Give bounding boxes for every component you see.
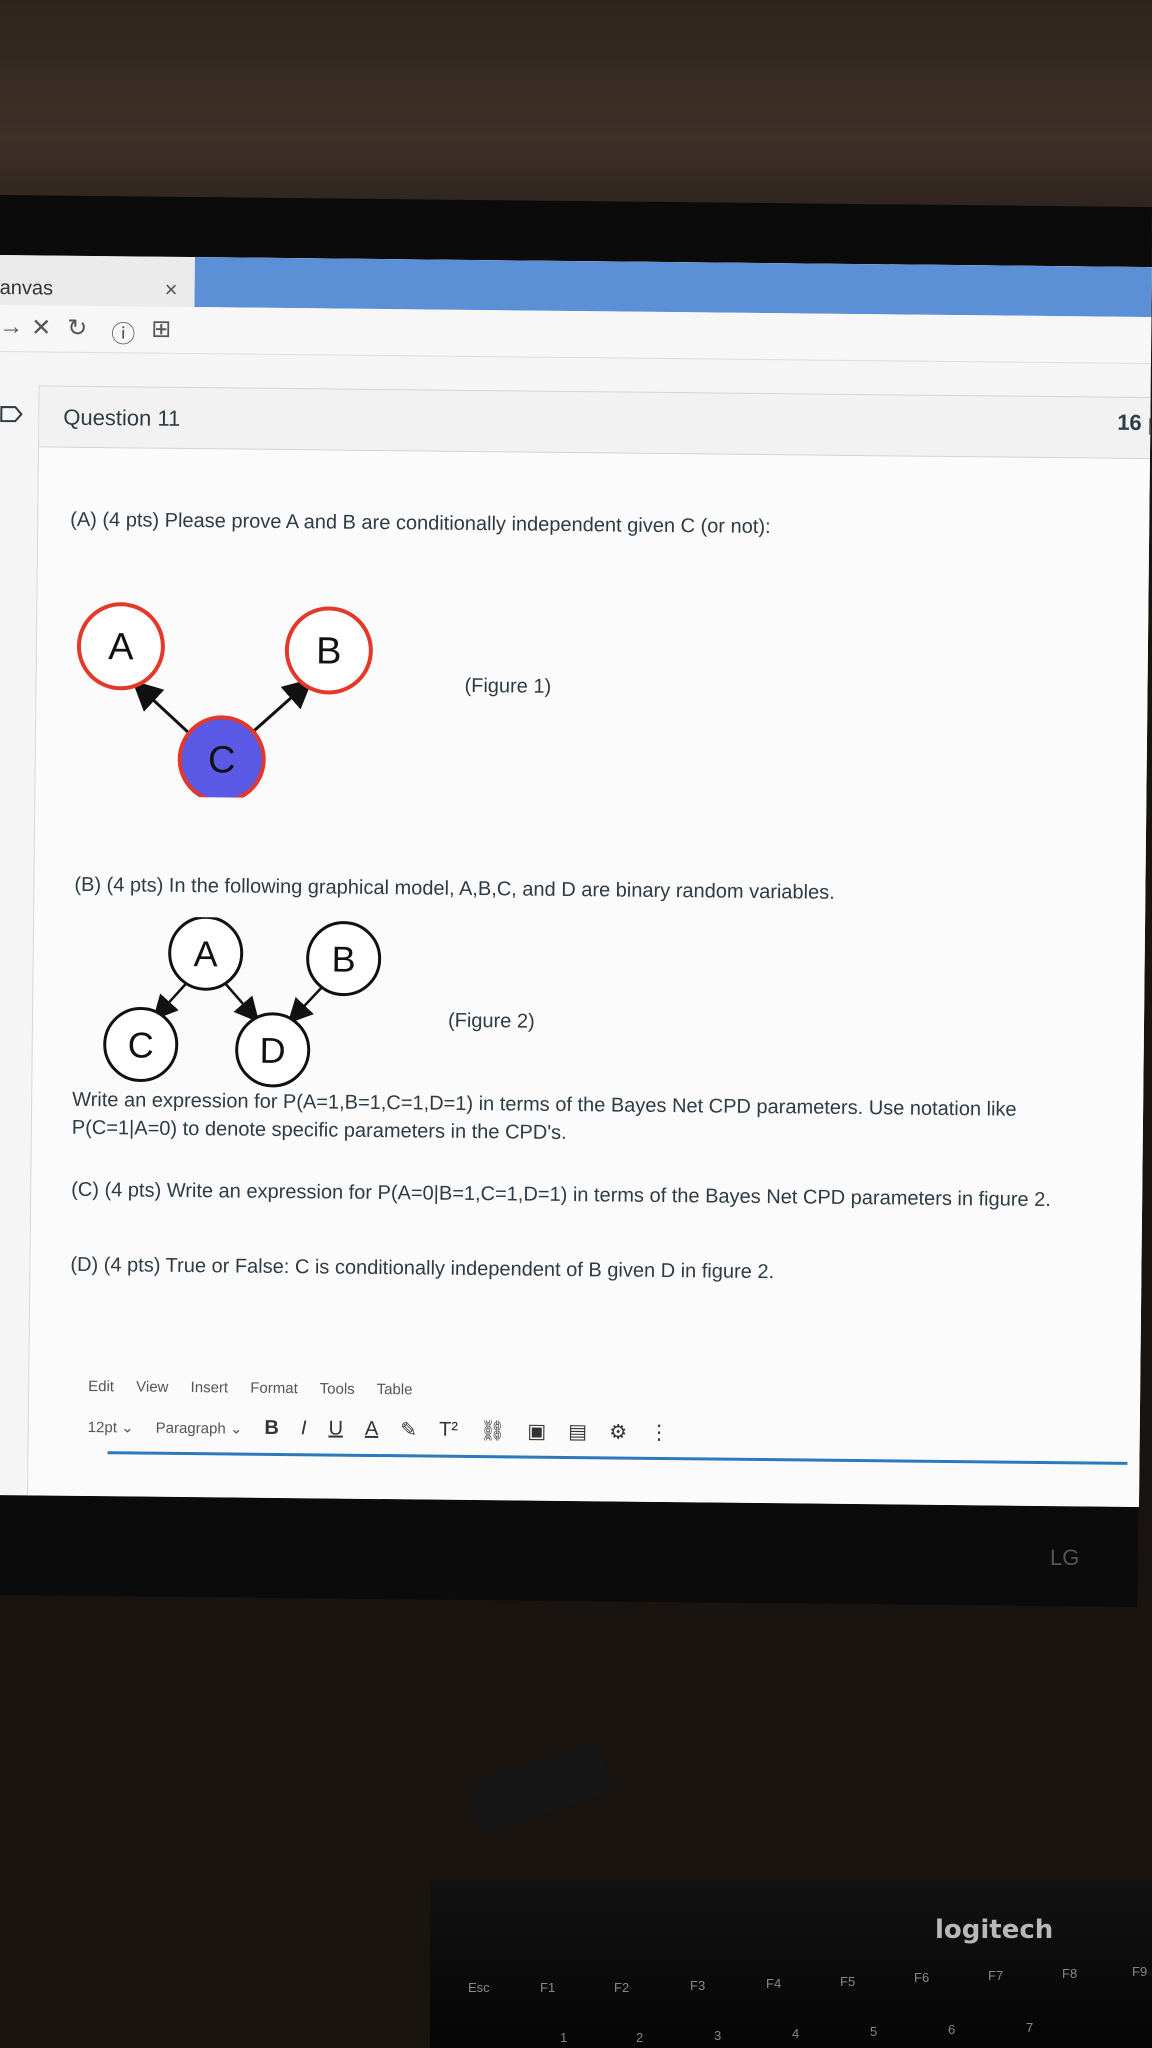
stop-icon[interactable]: ✕	[31, 313, 51, 342]
italic-button[interactable]: I	[301, 1417, 307, 1440]
key-f4: F4	[766, 1976, 782, 1991]
figure-1-caption: (Figure 1)	[464, 674, 552, 698]
key-f8: F8	[1062, 1966, 1078, 1981]
wall-background	[0, 0, 1152, 230]
monitor-screen: anvas × → ✕ ↻ ⓘ ⊞ Question 11 16 p (A) (…	[0, 255, 1152, 1507]
chevron-down-icon: ⌄	[121, 1418, 134, 1436]
key-7: 7	[1026, 2020, 1034, 2035]
node-b-label: B	[331, 939, 355, 980]
node-c-label: C	[208, 739, 236, 781]
forward-arrow-icon[interactable]: →	[0, 313, 23, 341]
keyboard-brand-logo: logitech	[935, 1915, 1054, 1945]
key-6: 6	[948, 2022, 956, 2037]
font-size-select[interactable]: 12pt ⌄	[88, 1417, 134, 1435]
figure-2-diagram: A B C D	[103, 916, 382, 1088]
edge-a-to-c	[152, 980, 190, 1021]
menu-insert[interactable]: Insert	[191, 1379, 229, 1396]
key-f3: F3	[690, 1978, 706, 1993]
figure-2-caption: (Figure 2)	[447, 1009, 535, 1033]
block-format-value: Paragraph	[155, 1419, 226, 1437]
key-5: 5	[870, 2024, 878, 2039]
figure-1-diagram: A B C	[76, 602, 373, 799]
chevron-down-icon: ⌄	[229, 1419, 243, 1438]
node-a-label: A	[193, 933, 217, 974]
key-f6: F6	[914, 1970, 930, 1985]
key-3: 3	[714, 2028, 722, 2043]
expression-instructions: Write an expression for P(A=1,B=1,C=1,D=…	[72, 1086, 1123, 1153]
menu-view[interactable]: View	[136, 1378, 168, 1395]
key-esc: Esc	[468, 1980, 490, 1995]
page-action-icon[interactable]: ⊞	[151, 315, 171, 344]
menu-tools[interactable]: Tools	[320, 1380, 355, 1397]
menu-table[interactable]: Table	[377, 1381, 413, 1398]
image-icon[interactable]: ▣	[527, 1419, 546, 1444]
browser-tab-title[interactable]: anvas	[0, 277, 53, 301]
underline-button[interactable]: U	[328, 1418, 343, 1441]
menu-edit[interactable]: Edit	[88, 1378, 114, 1395]
menu-format[interactable]: Format	[250, 1380, 298, 1397]
key-f2: F2	[614, 1980, 630, 1995]
part-a-text: (A) (4 pts) Please prove A and B are con…	[70, 508, 771, 539]
superscript-button[interactable]: T²	[439, 1419, 458, 1442]
flag-question-icon[interactable]	[0, 405, 23, 423]
key-f5: F5	[840, 1974, 856, 1989]
plugin-icon[interactable]: ⚙	[609, 1419, 627, 1444]
mouse	[464, 1739, 616, 1836]
part-b-text: (B) (4 pts) In the following graphical m…	[74, 873, 835, 904]
font-size-value: 12pt	[87, 1418, 118, 1436]
monitor-logo: LG	[1050, 1545, 1080, 1570]
key-f9: F9	[1132, 1964, 1148, 1979]
keyboard	[430, 1880, 1152, 2048]
node-a-label: A	[108, 626, 134, 668]
question-points: 16 p	[1117, 409, 1152, 436]
link-icon[interactable]: ⛓	[480, 1418, 506, 1443]
part-c-text: (C) (4 pts) Write an expression for P(A=…	[71, 1178, 1051, 1212]
block-format-select[interactable]: Paragraph ⌄	[156, 1418, 243, 1437]
info-icon[interactable]: ⓘ	[111, 314, 135, 349]
key-f7: F7	[988, 1968, 1004, 1983]
key-f1: F1	[540, 1980, 556, 1995]
more-options-button[interactable]: ⋮	[649, 1420, 669, 1445]
question-header: Question 11 16 p	[38, 385, 1152, 460]
tab-close-icon[interactable]: ×	[165, 277, 178, 303]
node-b-label: B	[316, 630, 342, 672]
key-2: 2	[636, 2030, 644, 2045]
question-title: Question 11	[63, 404, 181, 431]
question-card: Question 11 16 p (A) (4 pts) Please prov…	[0, 385, 1152, 1507]
highlight-pen-icon[interactable]: ✎	[400, 1417, 417, 1442]
key-4: 4	[792, 2026, 800, 2041]
text-color-button[interactable]: A	[365, 1418, 379, 1441]
node-c-label: C	[128, 1024, 154, 1065]
node-d-label: D	[259, 1030, 285, 1071]
reload-icon[interactable]: ↻	[67, 314, 87, 343]
bold-button[interactable]: B	[264, 1417, 279, 1440]
key-1: 1	[560, 2030, 568, 2045]
part-d-text: (D) (4 pts) True or False: C is conditio…	[70, 1253, 775, 1284]
editor-menubar: Edit View Insert Format Tools Table	[88, 1378, 431, 1399]
edge-a-to-d	[222, 980, 260, 1023]
document-icon[interactable]: ▤	[568, 1419, 587, 1444]
